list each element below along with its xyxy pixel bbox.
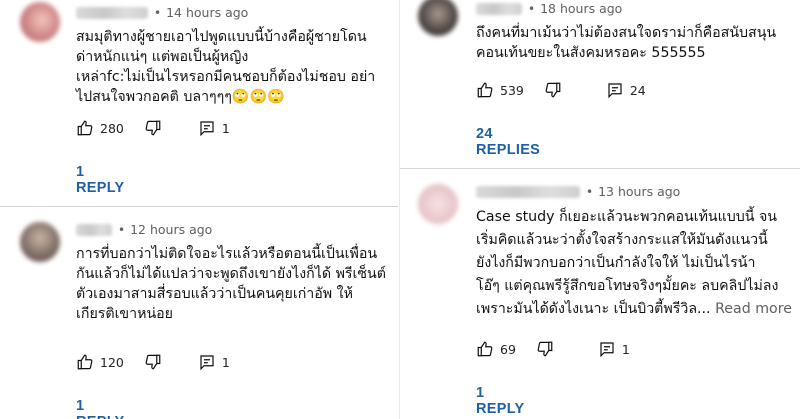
dislike-icon[interactable] bbox=[536, 340, 554, 358]
like-count: 69 bbox=[500, 341, 516, 357]
comment-actions: 69 1 bbox=[476, 339, 630, 359]
separator-dot: • bbox=[586, 184, 594, 199]
separator-dot: • bbox=[118, 222, 126, 237]
view-replies-button[interactable]: 1 REPLY bbox=[476, 385, 525, 417]
comment-line: ด่าหนักแน่ๆ แต่พอเป็นผู้หญิง bbox=[76, 49, 249, 65]
reply-count: 1 bbox=[621, 341, 630, 357]
comment-text: สมมุติทางผู้ชายเอาไปพูดแบบนี้บ้างคือผู้ช… bbox=[76, 27, 375, 107]
like-count: 280 bbox=[100, 120, 124, 136]
comment-line: เหล่าfc:ไม่เป็นไรหรอกมีคนชอบก็ต้องไม่ชอบ… bbox=[76, 69, 376, 85]
divider bbox=[400, 168, 800, 169]
comment-text: ถึงคนที่มาเม้นว่าไม่ต้องสนใจดราม่าก็คือส… bbox=[476, 23, 776, 63]
column-divider bbox=[399, 0, 400, 419]
timestamp[interactable]: 12 hours ago bbox=[130, 222, 212, 237]
comment-meta: • 14 hours ago bbox=[76, 5, 248, 20]
comment-line: คอนเท้นขยะในสังคมหรอคะ 555555 bbox=[476, 45, 706, 61]
dislike-icon[interactable] bbox=[544, 81, 562, 99]
avatar[interactable] bbox=[418, 184, 458, 224]
comment-meta: • 12 hours ago bbox=[76, 222, 212, 237]
avatar[interactable] bbox=[20, 222, 60, 262]
view-replies-button[interactable]: 1 REPLY bbox=[76, 164, 125, 196]
comment-line-text: เพราะมันได้ดังไงเนาะ เป็นบิวตี้พรีวิล... bbox=[476, 301, 711, 317]
comment-meta: • 13 hours ago bbox=[476, 184, 680, 199]
reply-count: 1 bbox=[221, 354, 230, 370]
dislike-icon[interactable] bbox=[144, 119, 162, 137]
like-icon[interactable] bbox=[476, 340, 494, 358]
reply-icon[interactable] bbox=[598, 340, 616, 358]
timestamp[interactable]: 13 hours ago bbox=[598, 184, 680, 199]
reply-count: 24 bbox=[629, 82, 646, 98]
separator-dot: • bbox=[154, 5, 162, 20]
read-more-link[interactable]: Read more bbox=[715, 301, 792, 317]
comment-line: ไปสนใจพวกอคติ บลาๆๆๆ🙄🙄🙄 bbox=[76, 89, 285, 105]
author-name[interactable] bbox=[76, 6, 148, 19]
like-icon[interactable] bbox=[476, 81, 494, 99]
comment-meta: • 18 hours ago bbox=[476, 1, 622, 16]
author-name[interactable] bbox=[76, 223, 112, 236]
comment-text: Case study ก็เยอะแล้วนะพวกคอนเท้นแบบนี้ … bbox=[476, 206, 792, 321]
comment-line: ตัวเองมาสามสี่รอบแล้วว่าเป็นคนคุยเก่าอัพ… bbox=[76, 286, 353, 302]
comment-line: ยังไงก็มีพวกบอกว่าเป็นกำลังใจให้ ไม่เป็น… bbox=[476, 255, 756, 271]
avatar[interactable] bbox=[20, 2, 60, 42]
like-icon[interactable] bbox=[76, 119, 94, 137]
comment-actions: 280 1 bbox=[76, 118, 230, 138]
separator-dot: • bbox=[528, 1, 536, 16]
view-replies-button[interactable]: 1 REPLY bbox=[76, 398, 125, 419]
reply-icon[interactable] bbox=[198, 353, 216, 371]
reply-count: 1 bbox=[221, 120, 230, 136]
timestamp[interactable]: 14 hours ago bbox=[166, 5, 248, 20]
author-name[interactable] bbox=[476, 2, 522, 15]
comment-line: เพราะมันได้ดังไงเนาะ เป็นบิวตี้พรีวิล...… bbox=[476, 298, 792, 321]
comment-line: สมมุติทางผู้ชายเอาไปพูดแบบนี้บ้างคือผู้ช… bbox=[76, 29, 367, 45]
comment-text: การที่บอกว่าไม่ติดใจอะไรแล้วหรือตอนนี้เป… bbox=[76, 244, 386, 324]
dislike-icon[interactable] bbox=[144, 353, 162, 371]
author-name[interactable] bbox=[476, 185, 580, 198]
comment-actions: 539 24 bbox=[476, 80, 646, 100]
like-icon[interactable] bbox=[76, 353, 94, 371]
avatar[interactable] bbox=[418, 0, 458, 36]
view-replies-button[interactable]: 24 REPLIES bbox=[476, 126, 540, 158]
comment-line: กันแล้วก็ไม่ได้แปลว่าจะพูดถึงเขายังไงก็ไ… bbox=[76, 266, 386, 282]
like-count: 120 bbox=[100, 354, 124, 370]
comment-line: Case study ก็เยอะแล้วนะพวกคอนเท้นแบบนี้ … bbox=[476, 209, 777, 225]
reply-icon[interactable] bbox=[606, 81, 624, 99]
comment-line: เกียรติเขาหน่อย bbox=[76, 306, 173, 322]
comment-actions: 120 1 bbox=[76, 352, 230, 372]
reply-icon[interactable] bbox=[198, 119, 216, 137]
comment-line: โอ๊ๆ แต่คุณพรีรู้สึกขอโทษจริงๆมั้ยคะ ลบค… bbox=[476, 278, 779, 294]
timestamp[interactable]: 18 hours ago bbox=[540, 1, 622, 16]
comment-line: เริ่มคิดแล้วนะว่าตั้งใจสร้างกระแสให้มันด… bbox=[476, 232, 768, 248]
comment-line: ถึงคนที่มาเม้นว่าไม่ต้องสนใจดราม่าก็คือส… bbox=[476, 25, 777, 41]
comment-line: การที่บอกว่าไม่ติดใจอะไรแล้วหรือตอนนี้เป… bbox=[76, 246, 378, 262]
divider bbox=[0, 206, 398, 207]
like-count: 539 bbox=[500, 82, 524, 98]
